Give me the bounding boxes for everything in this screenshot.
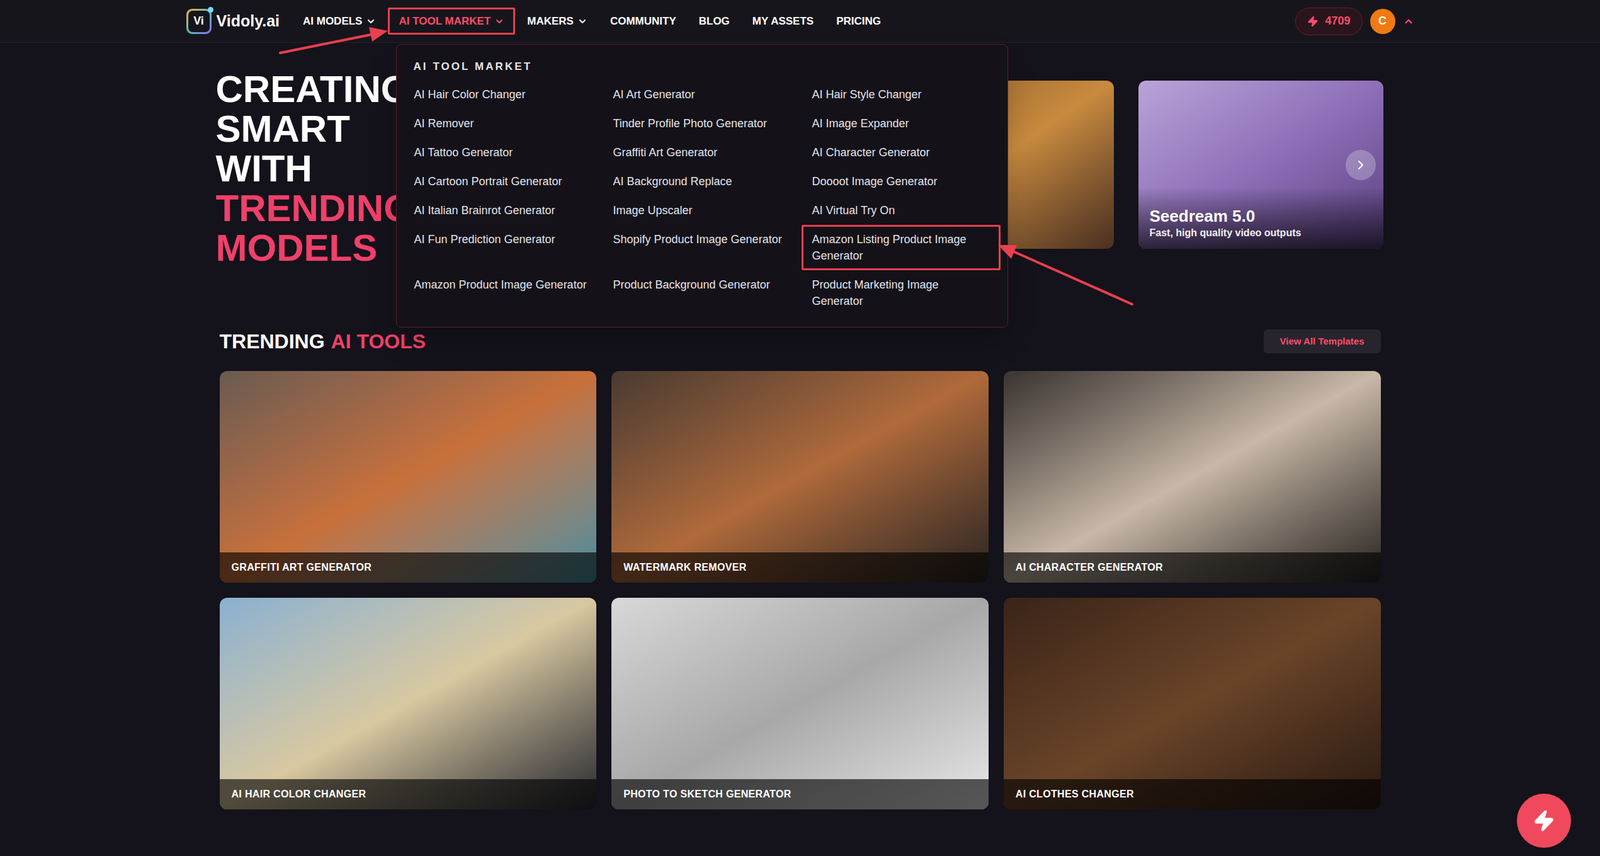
dropdown-item[interactable]: Tinder Profile Photo Generator [602,108,802,138]
dropdown-item[interactable]: AI Virtual Try On [801,195,1001,225]
credits-pill[interactable]: 4709 [1295,7,1362,36]
nav-item[interactable]: PRICING [825,7,892,36]
dropdown-item[interactable]: Graffiti Art Generator [602,137,802,167]
dropdown-item[interactable]: Amazon Product Image Generator [403,270,603,316]
main-nav: AI MODELSAI TOOL MARKETMAKERSCOMMUNITYBL… [292,7,892,36]
chevron-right-icon [1353,157,1369,173]
tool-card[interactable]: WATERMARK REMOVER [611,370,989,583]
dropdown-item[interactable]: AI Background Replace [602,166,802,196]
dropdown-title: AI TOOL MARKET [403,58,1001,75]
dropdown-item[interactable]: AI Hair Style Changer [801,79,1001,109]
tool-card[interactable]: GRAFFITI ART GENERATOR [219,370,597,583]
dropdown-item[interactable]: AI Remover [403,108,603,138]
navbar: ViVidoly.ai AI MODELSAI TOOL MARKETMAKERS… [0,0,1600,43]
avatar[interactable]: C [1370,8,1396,35]
lightning-icon [1532,809,1556,832]
tool-card[interactable]: AI HAIR COLOR CHANGER [219,597,597,810]
chevron-down-icon [365,16,376,27]
dropdown-item[interactable]: AI Cartoon Portrait Generator [403,166,603,196]
chevron-down-icon [494,16,505,27]
nav-item[interactable]: MAKERS [516,7,599,36]
tool-card[interactable]: AI CLOTHES CHANGER [1003,597,1381,810]
nav-item[interactable]: COMMUNITY [599,7,687,36]
dropdown-item[interactable]: Product Background Generator [602,270,802,316]
page: ViVidoly.aiAI MODELSAI TOOL MARKETMAKERS… [0,0,1600,856]
trending-tools: TRENDINGAI TOOLS View All Templates GRAFFI… [215,326,1385,810]
dropdown-item[interactable]: Image Upscaler [602,195,802,225]
dropdown-item[interactable]: AI Hair Color Changer [403,79,603,109]
nav-item[interactable]: MY ASSETS [741,7,825,36]
dropdown-item[interactable]: Shopify Product Image Generator [602,224,802,271]
carousel-next-button[interactable] [1345,149,1376,181]
dropdown-item[interactable]: AI Italian Brainrot Generator [403,195,603,225]
dropdown-item[interactable]: Product Marketing Image Generator [801,270,1001,316]
lightning-icon [1307,15,1319,28]
dropdown-item[interactable]: AI Tattoo Generator [403,137,603,167]
dropdown-item[interactable]: AI Character Generator [801,137,1001,167]
view-all-button[interactable]: View All Templates [1263,329,1381,354]
dropdown-item[interactable]: AI Art Generator [602,79,802,109]
tool-market-dropdown: AI TOOL MARKET AI Hair Color ChangerAI Ar… [396,44,1009,328]
dropdown-item[interactable]: AI Fun Prediction Generator [403,224,603,271]
tool-card[interactable]: PHOTO TO SKETCH GENERATOR [611,597,989,810]
nav-item[interactable]: BLOG [688,7,741,36]
nav-item[interactable]: AI MODELS [292,7,387,36]
dropdown-item[interactable]: Amazon Listing Product Image Generator [801,224,1001,271]
nav-item[interactable]: AI TOOL MARKET [387,7,516,36]
dropdown-item[interactable]: AI Image Expander [801,108,1001,138]
chevron-down-icon [577,16,588,27]
carousel-card[interactable]: Seedream 5.0Fast, high quality video out… [1138,80,1384,249]
floating-action-button[interactable] [1516,793,1572,848]
dropdown-item[interactable]: Doooot Image Generator [801,166,1001,196]
tool-card[interactable]: AI CHARACTER GENERATOR [1003,370,1381,583]
chevron-up-icon[interactable] [1402,15,1415,28]
logo[interactable]: ViVidoly.ai [186,8,281,35]
logo-icon: Vi [186,8,212,35]
section-title: TRENDINGAI TOOLS [219,326,427,357]
